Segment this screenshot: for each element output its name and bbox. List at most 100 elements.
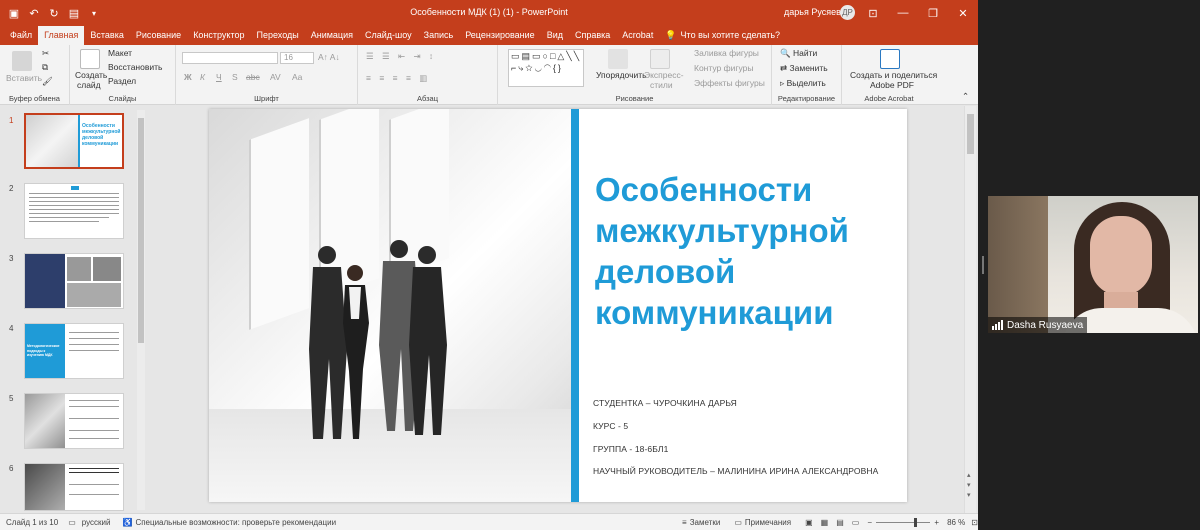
restore-icon[interactable]: ❐ [918, 0, 948, 26]
comments-icon[interactable]: ▭ [734, 518, 742, 527]
slide-title[interactable]: Особенности межкультурной деловой коммун… [595, 169, 895, 333]
thumbnail-scrollbar[interactable] [137, 110, 145, 510]
ribbon-display-icon[interactable]: ⊡ [858, 0, 888, 26]
language-status[interactable]: русский [82, 518, 111, 527]
underline-button[interactable]: Ч [216, 72, 222, 82]
new-slide-button[interactable]: Создать [75, 70, 107, 80]
notes-icon[interactable]: ≡ [682, 518, 687, 527]
find-button[interactable]: 🔍 Найти [780, 48, 817, 59]
cut-icon[interactable]: ✂ [42, 48, 49, 59]
pdf-icon[interactable] [880, 49, 900, 69]
tab-review[interactable]: Рецензирование [459, 26, 541, 45]
spellcheck-icon[interactable]: ▭ [68, 518, 76, 527]
copy-icon[interactable]: ⧉ [42, 62, 48, 73]
grow-font-icon[interactable]: A↑ A↓ [318, 52, 340, 62]
accessibility-status[interactable]: Специальные возможности: проверьте реком… [135, 518, 336, 527]
sorter-view-icon[interactable]: ▦ [821, 518, 829, 527]
quick-styles-button[interactable]: Экспресс- [644, 70, 684, 80]
create-pdf-button[interactable]: Создать и поделиться [850, 70, 937, 80]
tab-draw[interactable]: Рисование [130, 26, 187, 45]
prev-next-slide-icon[interactable]: ▴ ▾ ▾ [967, 471, 971, 501]
zoom-in-icon[interactable]: + [934, 518, 939, 527]
slide-info-group[interactable]: ГРУППА - 18-6БЛ1 [593, 444, 668, 454]
present-icon[interactable]: ▤ [68, 7, 80, 20]
zoom-slider[interactable] [876, 517, 931, 527]
font-name-combo[interactable] [182, 52, 278, 64]
avatar[interactable]: ДР [840, 5, 855, 20]
zoom-out-icon[interactable]: − [867, 518, 872, 527]
slide-info-course[interactable]: КУРС - 5 [593, 421, 628, 431]
layout-button[interactable]: Макет [108, 48, 132, 58]
strikethrough-button[interactable]: abc [246, 72, 260, 82]
slide-canvas[interactable]: Особенности межкультурной деловой коммун… [209, 109, 907, 502]
minimize-icon[interactable]: — [888, 0, 918, 26]
tab-slideshow[interactable]: Слайд-шоу [359, 26, 418, 45]
paste-button[interactable]: Вставить [6, 73, 42, 83]
undo-icon[interactable]: ↶ [28, 7, 40, 20]
tab-view[interactable]: Вид [541, 26, 569, 45]
slide-scroll-thumb[interactable] [967, 114, 974, 154]
close-icon[interactable]: ✕ [948, 0, 978, 26]
redo-icon[interactable]: ↻ [48, 7, 60, 20]
quick-styles-button-2[interactable]: стили [650, 80, 673, 90]
shape-outline-button[interactable]: Контур фигуры [694, 63, 753, 73]
change-case-button[interactable]: Aa [292, 72, 302, 82]
replace-button[interactable]: ⇄ Заменить [780, 63, 828, 74]
thumbnail-slide-4[interactable]: Методологические подходы к изучению МДК [24, 323, 124, 379]
shape-effects-button[interactable]: Эффекты фигуры [694, 78, 765, 88]
font-size-combo[interactable]: 16 [280, 52, 314, 64]
save-icon[interactable]: ▣ [8, 7, 20, 20]
zoom-level[interactable]: 86 % [947, 518, 965, 527]
panel-resize-handle[interactable] [982, 256, 984, 274]
notes-button[interactable]: Заметки [690, 518, 721, 527]
tab-animations[interactable]: Анимация [305, 26, 359, 45]
tab-insert[interactable]: Вставка [84, 26, 129, 45]
tab-help[interactable]: Справка [569, 26, 616, 45]
new-slide-icon[interactable] [80, 49, 100, 69]
tab-acrobat[interactable]: Acrobat [616, 26, 659, 45]
reset-button[interactable]: Восстановить [108, 62, 162, 72]
comments-button[interactable]: Примечания [745, 518, 791, 527]
reading-view-icon[interactable]: ▤ [836, 518, 844, 527]
arrange-icon[interactable] [608, 49, 628, 69]
more-icon[interactable]: ▾ [88, 9, 100, 18]
italic-button[interactable]: К [200, 72, 205, 82]
tab-record[interactable]: Запись [418, 26, 460, 45]
zoom-slider-thumb[interactable] [914, 517, 917, 527]
align-buttons-icon[interactable]: ≡ ≡ ≡ ≡ ▥ [366, 73, 430, 84]
slide-scrollbar[interactable]: ▴ ▾ ▾ [964, 106, 976, 513]
tab-home[interactable]: Главная [38, 26, 85, 45]
section-button[interactable]: Раздел [108, 76, 136, 86]
quick-styles-icon[interactable] [650, 49, 670, 69]
paste-icon[interactable] [12, 51, 32, 71]
thumbnail-slide-5[interactable] [24, 393, 124, 449]
tab-transitions[interactable]: Переходы [251, 26, 305, 45]
thumbnail-scroll-thumb[interactable] [138, 118, 144, 343]
shape-fill-button[interactable]: Заливка фигуры [694, 48, 759, 58]
thumbnail-slide-3[interactable] [24, 253, 124, 309]
normal-view-icon[interactable]: ▣ [805, 518, 813, 527]
user-name[interactable]: дарья Русяева [784, 7, 846, 17]
collapse-ribbon-icon[interactable]: ⌃ [962, 91, 969, 102]
create-pdf-button-2[interactable]: Adobe PDF [870, 80, 914, 90]
shadow-button[interactable]: S [232, 72, 238, 82]
shapes-gallery[interactable]: ▭▤▭○□△╲╲ ⌐⤷☆◡◠{} [508, 49, 584, 87]
accessibility-icon[interactable]: ♿ [122, 518, 132, 527]
fit-slide-icon[interactable]: ⊡ [971, 518, 978, 527]
format-painter-icon[interactable]: 🖌 [42, 76, 53, 87]
thumbnail-slide-2[interactable] [24, 183, 124, 239]
new-slide-button-2[interactable]: слайд [77, 80, 101, 90]
bold-button[interactable]: Ж [184, 72, 192, 82]
thumbnail-slide-6[interactable] [24, 463, 124, 511]
slide-info-student[interactable]: СТУДЕНТКА – ЧУРОЧКИНА ДАРЬЯ [593, 398, 737, 408]
select-button[interactable]: ▹ Выделить [780, 78, 826, 89]
slideshow-view-icon[interactable]: ▭ [852, 518, 860, 527]
tab-design[interactable]: Конструктор [187, 26, 250, 45]
spacing-button[interactable]: AV [270, 72, 281, 82]
arrange-button[interactable]: Упорядочить [596, 70, 647, 80]
thumbnail-slide-1[interactable]: Особенности межкультурной деловой коммун… [24, 113, 124, 169]
slide-info-supervisor[interactable]: НАУЧНЫЙ РУКОВОДИТЕЛЬ – МАЛИНИНА ИРИНА АЛ… [593, 466, 878, 476]
tell-me-search[interactable]: 💡 Что вы хотите сделать? [665, 26, 780, 45]
list-buttons-icon[interactable]: ☰ ☰ ⇤ ⇥ ↕ [366, 51, 436, 62]
tab-file[interactable]: Файл [4, 26, 38, 45]
